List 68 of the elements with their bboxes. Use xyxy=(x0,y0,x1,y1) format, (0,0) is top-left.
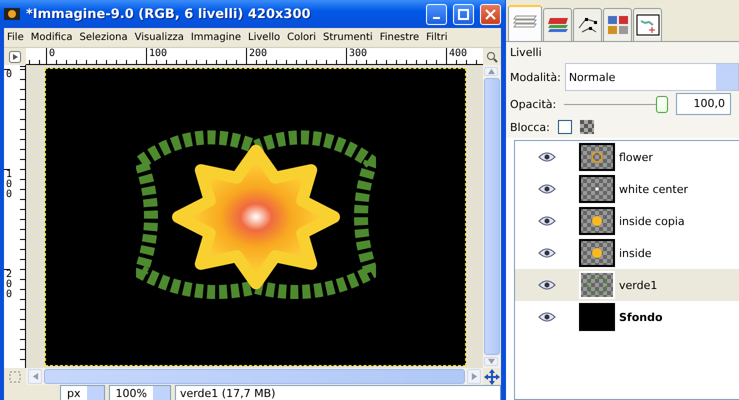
layer-thumbnail xyxy=(579,271,615,299)
menu-item[interactable]: Strumenti xyxy=(323,32,373,43)
unit-select[interactable]: px xyxy=(60,385,104,400)
ruler-label: 0 xyxy=(46,48,146,64)
menu-item[interactable]: Immagine xyxy=(190,32,242,43)
menu-item[interactable]: Colori xyxy=(287,32,316,43)
arrow-icon xyxy=(470,373,478,380)
arrow-icon xyxy=(488,358,494,365)
app-icon xyxy=(4,8,20,20)
dock-tab[interactable] xyxy=(633,8,662,41)
move-icon[interactable] xyxy=(484,368,500,384)
layer-name: white center xyxy=(618,182,688,196)
lock-checkbox[interactable] xyxy=(558,120,572,134)
layer-name: Sfondo xyxy=(618,310,663,324)
layer-name: inside copia xyxy=(618,214,685,228)
layer-thumbnail xyxy=(579,303,615,331)
eye-icon[interactable] xyxy=(538,248,556,258)
horizontal-scrollbar[interactable] xyxy=(26,368,483,385)
dock-tab[interactable] xyxy=(573,8,602,41)
layer-row[interactable]: verde1 xyxy=(515,269,739,301)
lock-label: Blocca: xyxy=(510,120,550,134)
zoom-icon[interactable] xyxy=(486,50,498,62)
layer-name: verde1 xyxy=(618,278,658,292)
quick-mask-icon[interactable] xyxy=(9,370,21,382)
window-title: *Immagine-9.0 (RGB, 6 livelli) 420x300 xyxy=(26,6,312,22)
layer-thumbnail xyxy=(579,143,615,171)
maximize-icon xyxy=(458,8,469,20)
menu-item[interactable]: File xyxy=(7,32,24,43)
ruler-label: 300 xyxy=(346,48,446,64)
zoom-select[interactable]: 100% xyxy=(108,385,171,400)
menu-item[interactable]: Livello xyxy=(248,32,280,43)
vertical-scrollbar[interactable] xyxy=(483,65,501,368)
arrow-icon xyxy=(488,68,494,75)
status-text: verde1 (17,7 MB) xyxy=(174,385,501,400)
close-icon xyxy=(485,8,496,20)
navigation-icon xyxy=(636,14,660,36)
palette-icon xyxy=(606,15,628,35)
panel-title: Livelli xyxy=(510,46,542,58)
minimize-button[interactable] xyxy=(426,4,447,24)
layer-name: flower xyxy=(618,150,653,164)
eye-icon[interactable] xyxy=(538,152,556,162)
eye-icon[interactable] xyxy=(538,216,556,226)
opacity-label: Opacità: xyxy=(510,98,556,110)
ruler-label: 0 xyxy=(4,69,10,169)
maximize-button[interactable] xyxy=(453,4,474,24)
eye-icon[interactable] xyxy=(538,312,556,322)
opacity-slider-thumb[interactable] xyxy=(656,96,668,112)
menu-item[interactable]: Visualizza xyxy=(134,32,184,43)
ruler-label: 200 xyxy=(246,48,346,64)
menu-item[interactable]: Finestre xyxy=(380,32,420,43)
menu-item[interactable]: Seleziona xyxy=(80,32,128,43)
layer-thumbnail xyxy=(579,175,615,203)
eye-icon[interactable] xyxy=(538,280,556,290)
minimize-icon xyxy=(433,17,440,19)
layer-name: inside xyxy=(618,246,652,260)
eye-icon[interactable] xyxy=(538,184,556,194)
ruler-label: 100 xyxy=(146,48,246,64)
mode-label: Modalità: xyxy=(510,70,561,84)
close-button[interactable] xyxy=(480,4,501,24)
layer-thumbnail xyxy=(579,239,615,267)
arrow-icon xyxy=(32,373,38,380)
opacity-field[interactable]: 100,0 xyxy=(676,93,731,115)
checkerboard-icon xyxy=(580,120,594,134)
menu-item[interactable]: Filtri xyxy=(426,32,448,43)
ruler-label: 100 xyxy=(4,169,10,269)
menu-item[interactable]: Modifica xyxy=(30,32,73,43)
layer-thumbnail xyxy=(579,207,615,235)
mode-select[interactable]: Normale xyxy=(564,63,739,91)
